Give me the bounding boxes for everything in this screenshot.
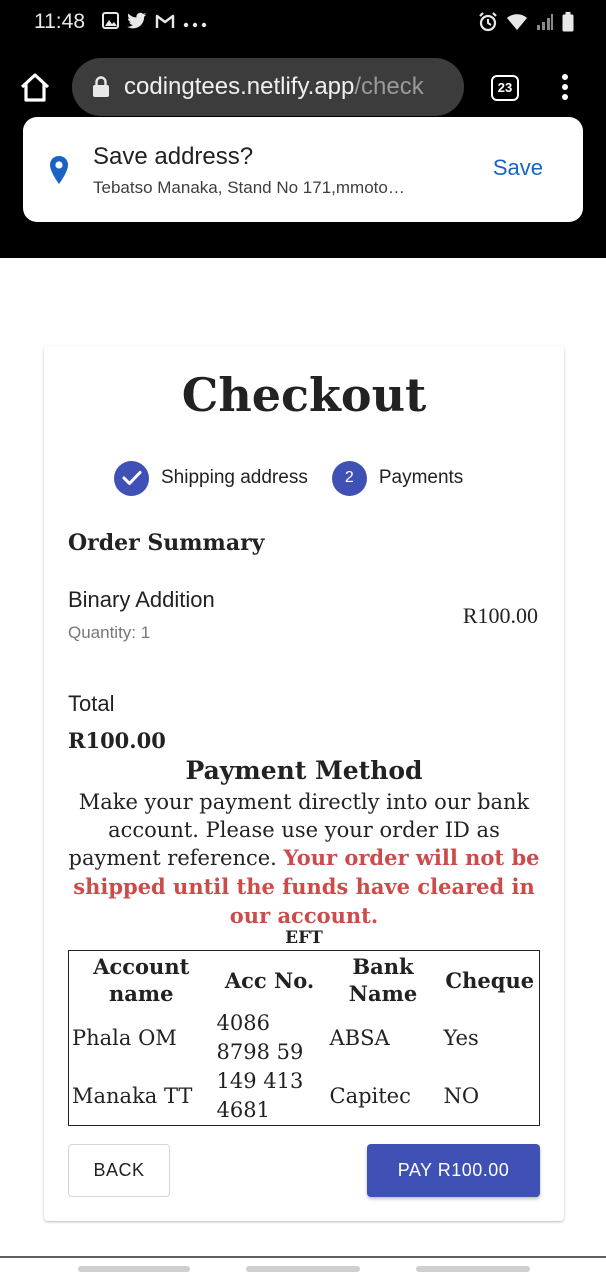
system-icons xyxy=(478,12,574,37)
nav-recents-pill[interactable] xyxy=(78,1266,190,1272)
url-path: /check xyxy=(354,73,424,100)
bank-accounts-table: Account name Acc No. Bank Name Cheque Ph… xyxy=(68,950,540,1126)
step-shipping-address: Shipping address xyxy=(161,467,308,488)
column-header: Bank Name xyxy=(348,954,418,1006)
step-complete-check-icon xyxy=(114,460,149,496)
browser-chrome: 11:48 codingtees.netlify.app/check 23 Sa… xyxy=(0,0,606,258)
home-icon[interactable] xyxy=(18,70,52,104)
gmail-icon xyxy=(155,13,175,35)
save-address-button[interactable]: Save xyxy=(493,155,543,181)
payment-instructions: Make your payment directly into our bank… xyxy=(60,789,548,931)
step-payments: Payments xyxy=(378,467,464,488)
nav-divider xyxy=(0,1256,606,1258)
bank-name-cell: Capitec xyxy=(329,1083,411,1108)
nav-home-pill[interactable] xyxy=(246,1266,360,1272)
save-prompt-address: Tebatso Manaka, Stand No 171,mmoto… xyxy=(93,178,405,197)
wifi-icon xyxy=(506,13,528,36)
alarm-icon xyxy=(478,12,498,37)
url-host: codingtees.netlify.app xyxy=(124,73,355,100)
location-pin-icon xyxy=(49,155,69,185)
item-name: Binary Addition xyxy=(68,587,215,612)
browser-toolbar: codingtees.netlify.app/check 23 xyxy=(0,56,606,118)
step-number-badge: 2 xyxy=(331,460,367,496)
pay-button[interactable]: PAY R100.00 xyxy=(367,1144,540,1197)
more-notifications-icon xyxy=(183,14,207,34)
back-button[interactable]: BACK xyxy=(68,1144,170,1197)
order-summary-heading: Order Summary xyxy=(68,530,265,556)
item-quantity: Quantity: 1 xyxy=(68,623,151,642)
tab-switcher-button[interactable]: 23 xyxy=(491,75,519,101)
checkout-card: Checkout Shipping address 2 Payments Ord… xyxy=(44,346,564,1221)
status-bar: 11:48 xyxy=(0,0,606,46)
bank-name-cell: ABSA xyxy=(329,1025,390,1050)
eft-caption: EFT xyxy=(285,928,323,948)
checkout-stepper: Shipping address 2 Payments xyxy=(114,460,463,496)
battery-icon xyxy=(562,12,574,37)
column-header: Account name xyxy=(93,954,190,1006)
cheque-cell: Yes xyxy=(443,1025,479,1050)
page-title: Checkout xyxy=(181,368,427,422)
column-header: Cheque xyxy=(445,967,535,993)
signal-icon xyxy=(536,13,554,36)
account-name-cell: Phala OM xyxy=(72,1025,177,1050)
account-name-cell: Manaka TT xyxy=(72,1083,193,1108)
account-number-cell: 149 413 4681 xyxy=(216,1069,304,1122)
account-number-cell: 4086 8798 59 xyxy=(216,1011,304,1064)
total-value: R100.00 xyxy=(68,728,166,753)
table-header-row: Account name Acc No. Bank Name Cheque xyxy=(69,951,540,1010)
table-row: Phala OM 4086 8798 59 ABSA Yes xyxy=(69,1009,540,1067)
total-label: Total xyxy=(68,691,115,716)
column-header: Acc No. xyxy=(224,967,315,993)
cheque-cell: NO xyxy=(443,1083,480,1108)
url-text: codingtees.netlify.app/check xyxy=(124,73,424,101)
overflow-menu-icon[interactable] xyxy=(558,74,572,104)
image-icon xyxy=(102,12,119,35)
nav-back-pill[interactable] xyxy=(416,1266,530,1272)
twitter-icon xyxy=(127,12,147,35)
item-price: R100.00 xyxy=(462,603,538,628)
save-prompt-title: Save address? xyxy=(93,143,254,170)
status-time: 11:48 xyxy=(34,10,85,33)
payment-method-heading: Payment Method xyxy=(185,756,423,785)
url-bar[interactable]: codingtees.netlify.app/check xyxy=(72,58,464,116)
lock-icon xyxy=(92,76,110,98)
save-address-prompt: Save address? Tebatso Manaka, Stand No 1… xyxy=(23,117,583,222)
table-row: Manaka TT 149 413 4681 Capitec NO xyxy=(69,1067,540,1126)
notification-icons xyxy=(102,12,207,35)
